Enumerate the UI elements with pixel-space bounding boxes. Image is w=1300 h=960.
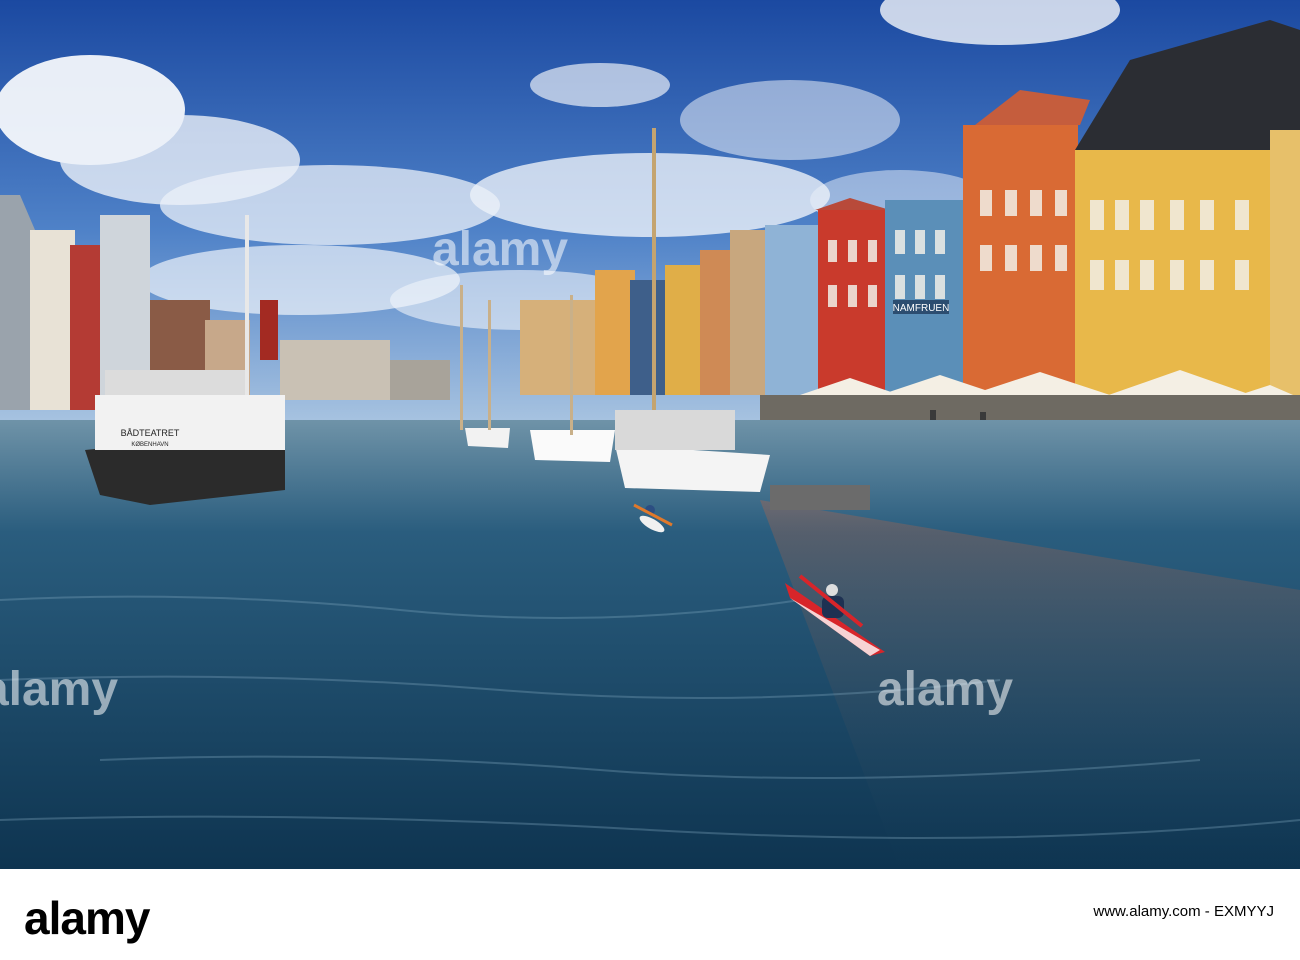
image-id-value: EXMYYJ	[1213, 903, 1274, 920]
harbour-photo: NAMFRUEN BÅDTEATRET KØBENHAVN alamy lamy…	[0, 0, 1300, 869]
watermark-center: alamy	[877, 663, 1013, 716]
image-id: www.alamy.com - EXMYYJ	[1093, 903, 1274, 920]
boat-name: BÅDTEATRET	[121, 428, 180, 438]
watermark-top: alamy	[432, 223, 568, 276]
footer-bar: alamy www.alamy.com - EXMYYJ	[0, 869, 1300, 960]
image-site: www.alamy.com	[1093, 903, 1201, 920]
shop-sign-text: NAMFRUEN	[893, 303, 950, 314]
boat-subname: KØBENHAVN	[131, 442, 168, 448]
alamy-logo: alamy	[24, 892, 150, 944]
watermark-left: alamy	[0, 663, 118, 716]
